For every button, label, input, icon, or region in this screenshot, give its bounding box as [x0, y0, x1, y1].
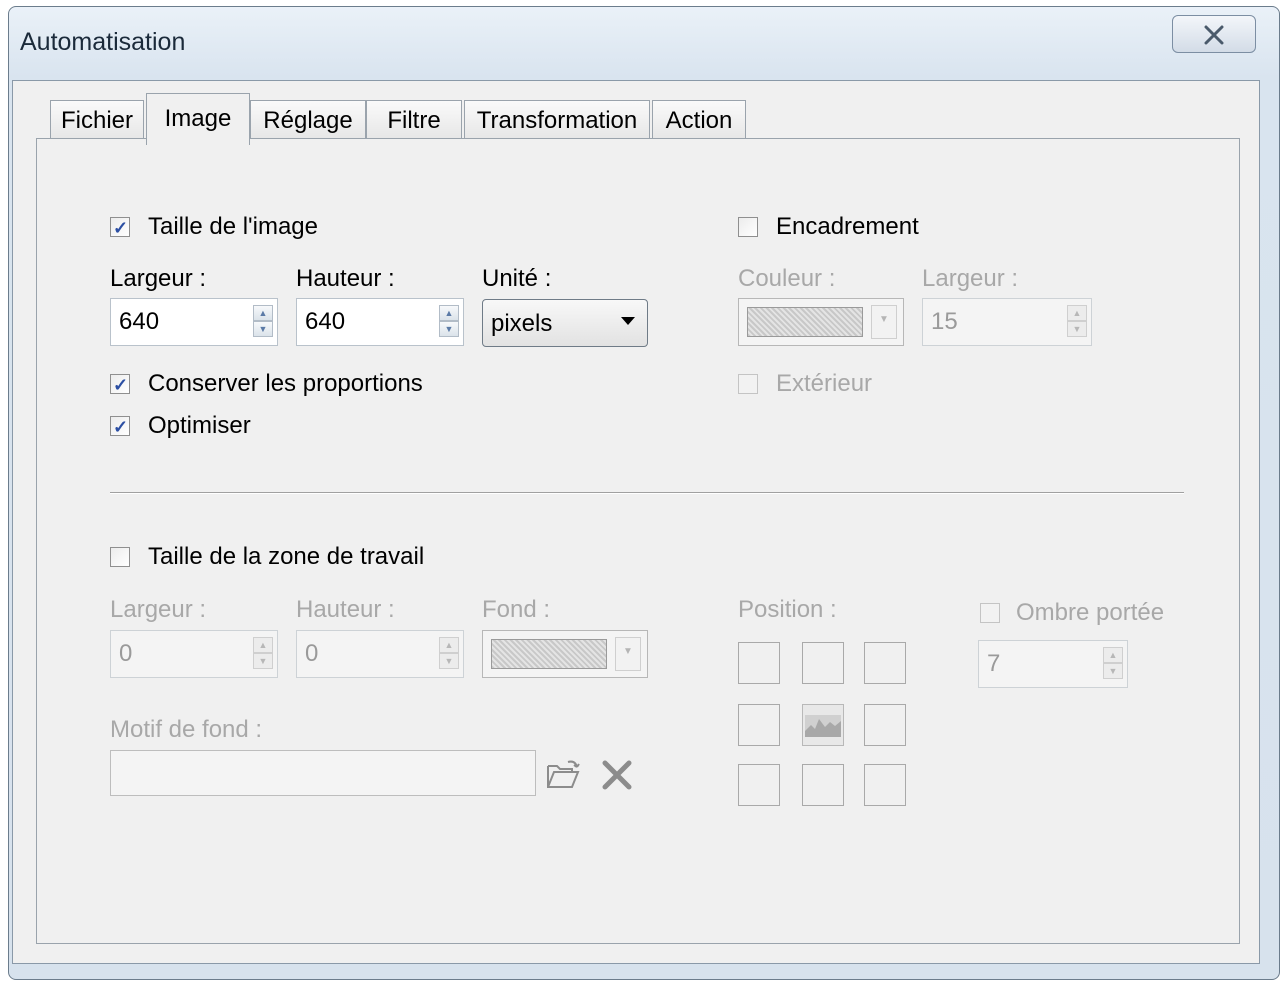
tab-panel [36, 138, 1240, 944]
canvas-size-label: Taille de la zone de travail [148, 543, 425, 570]
optimize-checkbox[interactable]: ✓ [110, 416, 130, 436]
unit-value: pixels [491, 310, 553, 337]
canvas-width-value: 0 [119, 640, 133, 667]
spin-down-icon[interactable]: ▼ [1103, 663, 1123, 679]
canvas-height-spinner[interactable]: 0 ▲ ▼ [296, 630, 464, 678]
shadow-value: 7 [987, 650, 1001, 677]
color-swatch [491, 639, 607, 669]
spin-down-icon[interactable]: ▼ [1067, 321, 1087, 337]
spin-up-icon[interactable]: ▲ [253, 305, 273, 321]
unit-label: Unité : [482, 265, 552, 292]
image-width-spinner[interactable]: 640 ▲ ▼ [110, 298, 278, 346]
keep-ratio-label: Conserver les proportions [148, 370, 423, 397]
chevron-down-icon[interactable]: ▼ [871, 305, 897, 339]
shadow-label: Ombre portée [1016, 599, 1165, 626]
chevron-down-icon[interactable]: ▼ [615, 637, 641, 671]
tab-action[interactable]: Action [652, 100, 746, 140]
keep-ratio-checkbox[interactable]: ✓ [110, 374, 130, 394]
outside-checkbox[interactable] [738, 374, 758, 394]
pattern-label: Motif de fond : [110, 716, 263, 743]
tab-transformation[interactable]: Transformation [464, 100, 650, 140]
image-height-value: 640 [305, 308, 346, 335]
unit-select[interactable]: pixels [482, 299, 648, 347]
spin-down-icon[interactable]: ▼ [253, 653, 273, 669]
canvas-height-label: Hauteur : [296, 596, 395, 623]
close-button[interactable] [1172, 15, 1256, 53]
spin-up-icon[interactable]: ▲ [439, 637, 459, 653]
position-middle-left[interactable] [738, 704, 780, 746]
tab-image[interactable]: Image [146, 93, 250, 145]
image-size-label: Taille de l'image [148, 213, 319, 240]
spin-up-icon[interactable]: ▲ [253, 637, 273, 653]
spin-down-icon[interactable]: ▼ [439, 321, 459, 337]
checkmark-icon: ✓ [113, 417, 129, 437]
checkmark-icon: ✓ [113, 375, 129, 395]
background-label: Fond : [482, 596, 551, 623]
section-divider [110, 492, 1184, 494]
shadow-checkbox[interactable] [980, 603, 1000, 623]
frame-width-label: Largeur : [922, 265, 1019, 292]
canvas-width-spinner[interactable]: 0 ▲ ▼ [110, 630, 278, 678]
pattern-input[interactable] [110, 750, 536, 796]
shadow-spinner[interactable]: 7 ▲ ▼ [978, 640, 1128, 688]
chevron-down-icon [621, 317, 635, 325]
position-label: Position : [738, 596, 837, 623]
position-middle-right[interactable] [864, 704, 906, 746]
canvas-height-value: 0 [305, 640, 319, 667]
tab-reglage[interactable]: Réglage [250, 100, 366, 140]
frame-width-value: 15 [931, 308, 958, 335]
position-bottom-right[interactable] [864, 764, 906, 806]
spin-up-icon[interactable]: ▲ [439, 305, 459, 321]
frame-label: Encadrement [776, 213, 919, 240]
tab-fichier[interactable]: Fichier [50, 100, 144, 140]
image-height-label: Hauteur : [296, 265, 395, 292]
frame-color-picker[interactable]: ▼ [738, 298, 904, 346]
window-title: Automatisation [20, 28, 186, 56]
position-top-left[interactable] [738, 642, 780, 684]
position-center[interactable] [802, 704, 844, 746]
image-width-value: 640 [119, 308, 160, 335]
spin-down-icon[interactable]: ▼ [439, 653, 459, 669]
open-folder-icon[interactable] [544, 758, 582, 790]
close-icon [1204, 25, 1224, 45]
canvas-width-label: Largeur : [110, 596, 207, 623]
color-swatch [747, 307, 863, 337]
spin-up-icon[interactable]: ▲ [1067, 305, 1087, 321]
optimize-label: Optimiser [148, 412, 251, 439]
position-bottom-center[interactable] [802, 764, 844, 806]
outside-label: Extérieur [776, 370, 873, 397]
checkmark-icon: ✓ [113, 218, 129, 238]
image-width-label: Largeur : [110, 265, 207, 292]
image-thumbnail-icon [805, 715, 841, 737]
frame-width-spinner[interactable]: 15 ▲ ▼ [922, 298, 1092, 346]
image-height-spinner[interactable]: 640 ▲ ▼ [296, 298, 464, 346]
position-top-center[interactable] [802, 642, 844, 684]
frame-checkbox[interactable] [738, 217, 758, 237]
frame-color-label: Couleur : [738, 265, 836, 292]
background-color-picker[interactable]: ▼ [482, 630, 648, 678]
image-size-checkbox[interactable]: ✓ [110, 217, 130, 237]
tab-filtre[interactable]: Filtre [366, 100, 462, 140]
position-bottom-left[interactable] [738, 764, 780, 806]
spin-down-icon[interactable]: ▼ [253, 321, 273, 337]
canvas-size-checkbox[interactable] [110, 547, 130, 567]
delete-x-icon[interactable] [600, 760, 634, 790]
spin-up-icon[interactable]: ▲ [1103, 647, 1123, 663]
position-top-right[interactable] [864, 642, 906, 684]
